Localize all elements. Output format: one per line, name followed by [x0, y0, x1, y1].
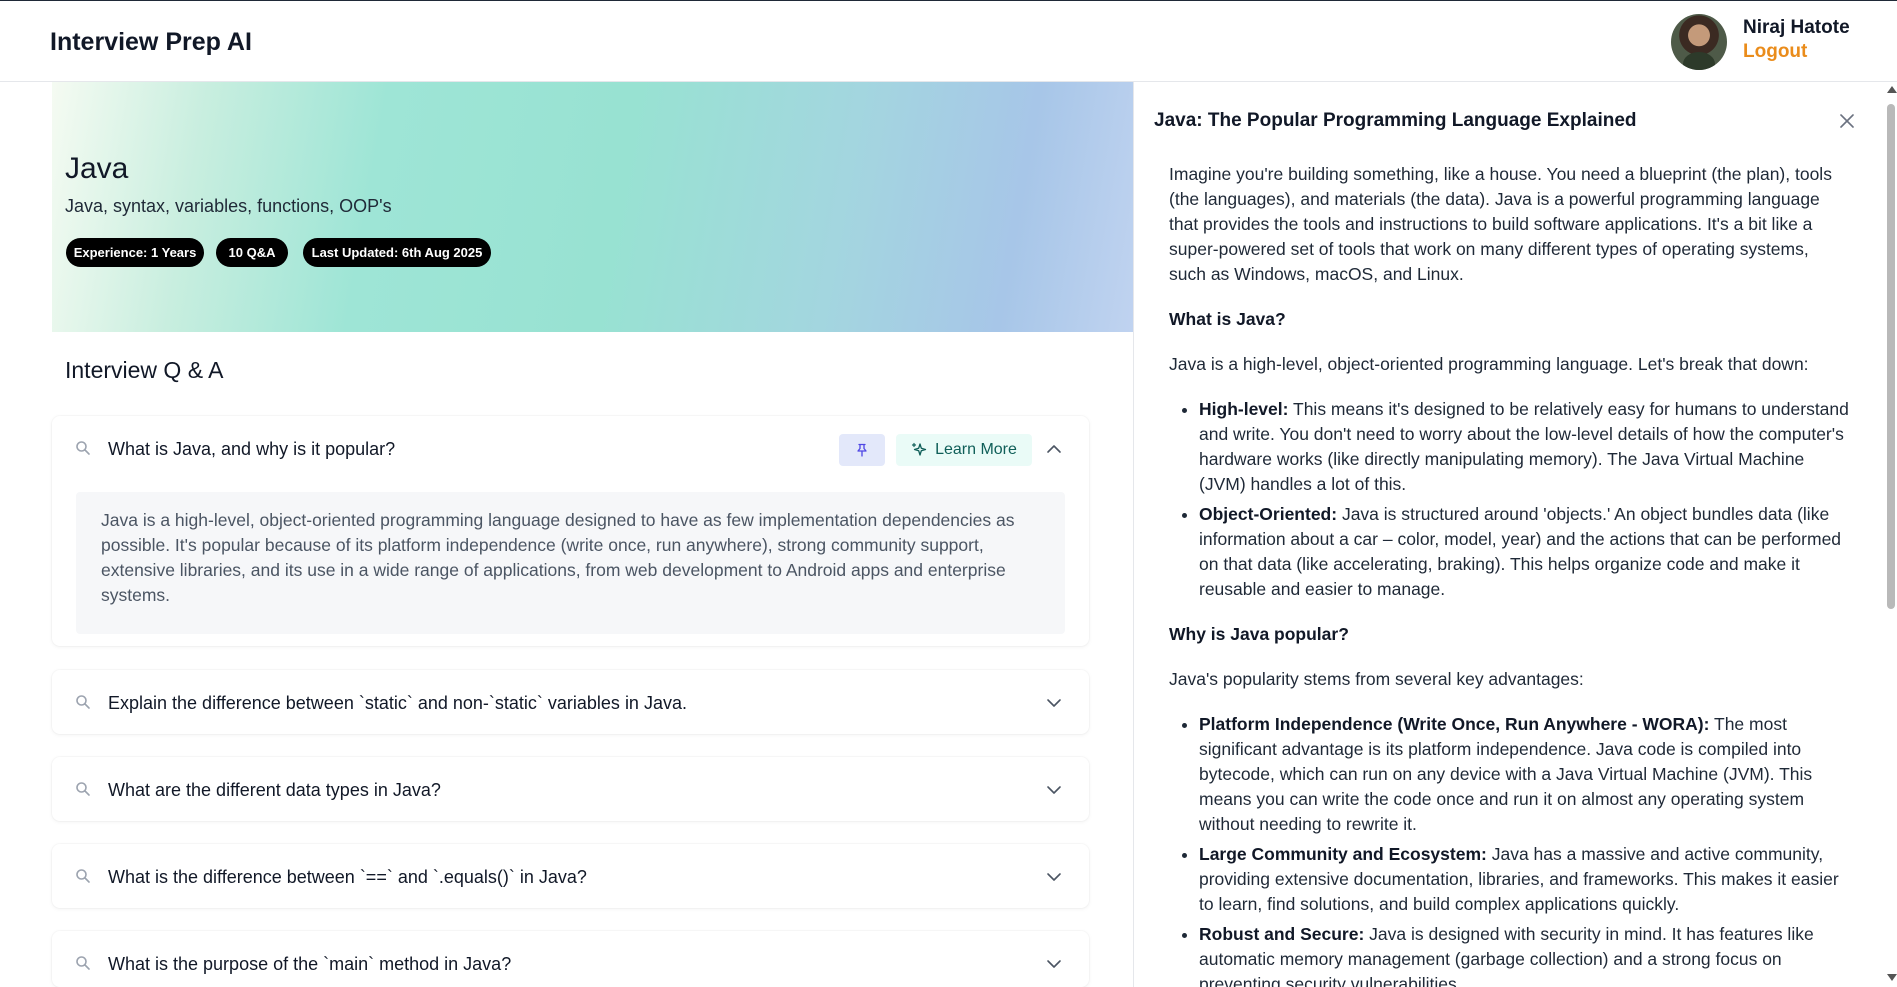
pin-icon: [857, 443, 867, 457]
question-text[interactable]: What is the purpose of the `main` method…: [108, 954, 511, 975]
top-bar: Interview Prep AI Niraj Hatote Logout: [0, 0, 1897, 82]
list-term: Robust and Secure:: [1199, 924, 1365, 944]
close-icon[interactable]: [1838, 112, 1856, 130]
drawer-content: Imagine you're building something, like …: [1169, 162, 1849, 987]
question-card[interactable]: Explain the difference between `static` …: [52, 670, 1089, 734]
search-icon: [76, 869, 90, 883]
chevron-down-icon[interactable]: [1045, 694, 1063, 712]
search-icon: [76, 782, 90, 796]
chevron-down-icon[interactable]: [1045, 868, 1063, 886]
question-card[interactable]: What is the purpose of the `main` method…: [52, 931, 1089, 987]
logout-button[interactable]: Logout: [1743, 41, 1807, 63]
scroll-down-arrow[interactable]: [1887, 974, 1897, 981]
section-title: Interview Q & A: [65, 357, 224, 383]
learn-more-drawer: Java: The Popular Programming Language E…: [1133, 82, 1897, 987]
question-card[interactable]: What is Java, and why is it popular? Lea…: [52, 416, 1089, 646]
question-card[interactable]: What is the difference between `==` and …: [52, 844, 1089, 908]
list-item: High-level: This means it's designed to …: [1199, 397, 1849, 497]
session-topics: Java, syntax, variables, functions, OOP'…: [65, 196, 392, 216]
last-updated-badge: Last Updated: 6th Aug 2025: [303, 238, 491, 267]
drawer-intro: Imagine you're building something, like …: [1169, 164, 1832, 284]
drawer-heading-why: Why is Java popular?: [1169, 624, 1349, 644]
question-card[interactable]: What are the different data types in Jav…: [52, 757, 1089, 821]
list-term: Object-Oriented:: [1199, 504, 1338, 524]
app-title[interactable]: Interview Prep AI: [50, 28, 252, 57]
list-term: Large Community and Ecosystem:: [1199, 844, 1487, 864]
search-icon: [76, 956, 90, 970]
list-term: Platform Independence (Write Once, Run A…: [1199, 714, 1710, 734]
scrollbar-thumb[interactable]: [1887, 104, 1895, 609]
list-item: Robust and Secure: Java is designed with…: [1199, 922, 1849, 987]
answer-text: Java is a high-level, object-oriented pr…: [76, 492, 1065, 634]
drawer-title: Java: The Popular Programming Language E…: [1154, 110, 1637, 131]
list-item: Large Community and Ecosystem: Java has …: [1199, 842, 1849, 917]
list-item: Platform Independence (Write Once, Run A…: [1199, 712, 1849, 837]
drawer-list: High-level: This means it's designed to …: [1169, 397, 1849, 602]
session-title: Java: [65, 152, 129, 185]
user-name: Niraj Hatote: [1743, 17, 1850, 38]
list-term: High-level:: [1199, 399, 1289, 419]
qa-count-badge: 10 Q&A: [216, 238, 288, 267]
chevron-up-icon[interactable]: [1045, 440, 1063, 458]
search-icon: [76, 441, 90, 455]
drawer-paragraph: Java's popularity stems from several key…: [1169, 669, 1584, 689]
sparkle-icon: [911, 442, 927, 456]
avatar[interactable]: [1671, 14, 1727, 70]
drawer-list: Platform Independence (Write Once, Run A…: [1169, 712, 1849, 987]
drawer-paragraph: Java is a high-level, object-oriented pr…: [1169, 354, 1809, 374]
scroll-up-arrow[interactable]: [1887, 86, 1897, 93]
learn-more-label: Learn More: [935, 441, 1017, 458]
question-text[interactable]: What is Java, and why is it popular?: [108, 439, 395, 460]
question-text[interactable]: Explain the difference between `static` …: [108, 693, 687, 714]
list-text: This means it's designed to be relativel…: [1199, 399, 1849, 494]
list-item: Object-Oriented: Java is structured arou…: [1199, 502, 1849, 602]
drawer-heading-what: What is Java?: [1169, 309, 1286, 329]
experience-badge: Experience: 1 Years: [66, 238, 204, 267]
chevron-down-icon[interactable]: [1045, 781, 1063, 799]
pin-button[interactable]: [839, 434, 885, 466]
chevron-down-icon[interactable]: [1045, 955, 1063, 973]
question-text[interactable]: What are the different data types in Jav…: [108, 780, 441, 801]
question-text[interactable]: What is the difference between `==` and …: [108, 867, 587, 888]
search-icon: [76, 695, 90, 709]
learn-more-button[interactable]: Learn More: [896, 434, 1032, 466]
scrollbar[interactable]: [1885, 82, 1897, 987]
